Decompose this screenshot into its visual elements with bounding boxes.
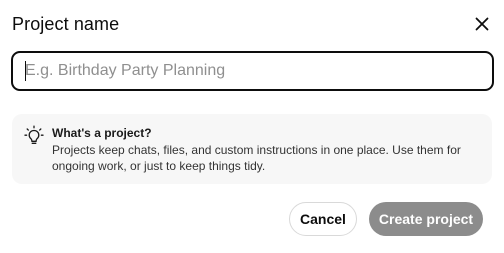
- text-caret: [25, 61, 26, 81]
- create-project-dialog: Project name What's a project? Projects …: [0, 0, 504, 253]
- project-info-box: What's a project? Projects keep chats, f…: [12, 114, 492, 184]
- dialog-header: Project name: [12, 11, 494, 37]
- project-name-input[interactable]: [25, 62, 492, 80]
- dialog-footer: Cancel Create project: [289, 202, 483, 236]
- cancel-button[interactable]: Cancel: [289, 202, 357, 236]
- dialog-title: Project name: [12, 13, 120, 34]
- close-button[interactable]: [470, 12, 494, 36]
- create-project-button[interactable]: Create project: [369, 202, 483, 236]
- close-icon: [475, 17, 489, 31]
- info-description: Projects keep chats, files, and custom i…: [52, 143, 461, 173]
- lightbulb-icon: [24, 125, 44, 144]
- info-heading: What's a project?: [52, 126, 152, 140]
- project-name-field[interactable]: [11, 51, 494, 91]
